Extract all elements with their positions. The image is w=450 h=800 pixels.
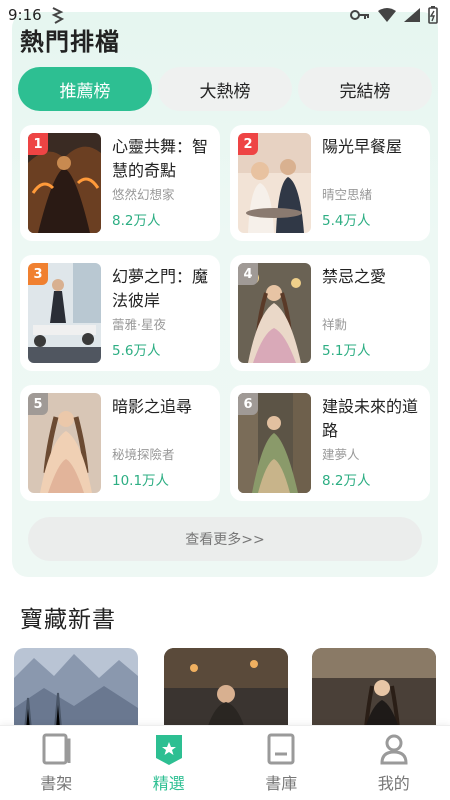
new-book-cover[interactable] xyxy=(14,648,138,728)
rank-badge: 4 xyxy=(238,263,258,285)
book-card[interactable]: 4 禁忌之愛 祥勳 5.1万人 xyxy=(230,255,430,371)
book-title: 幻夢之門：魔法彼岸 xyxy=(112,267,209,310)
book-card[interactable]: 6 建設未來的道路 建夢人 8.2万人 xyxy=(230,385,430,501)
nav-label-bookshelf: 書架 xyxy=(40,774,73,793)
profile-icon xyxy=(378,732,410,770)
book-card[interactable]: 1 心靈共舞：智慧的奇點 悠然幻想家 8.2万人 xyxy=(20,125,220,241)
nav-item-library[interactable]: 書庫 xyxy=(225,726,338,800)
book-title: 暗影之追尋 xyxy=(112,397,193,416)
tab-recommended[interactable]: 推薦榜 xyxy=(18,67,152,111)
wifi-icon xyxy=(378,8,396,22)
battery-icon xyxy=(428,6,438,24)
tab-completed[interactable]: 完結榜 xyxy=(298,67,432,111)
book-card[interactable]: 2 陽光早餐屋 晴空思緒 5.4万人 xyxy=(230,125,430,241)
book-views: 5.1万人 xyxy=(322,343,371,359)
status-time: 9:16 xyxy=(8,6,42,24)
book-cover: 6 xyxy=(238,393,311,493)
nav-label-featured: 精選 xyxy=(152,774,185,793)
featured-icon xyxy=(153,732,185,770)
book-views: 8.2万人 xyxy=(322,473,371,489)
book-title: 建設未來的道路 xyxy=(322,397,419,440)
book-views: 8.2万人 xyxy=(112,213,161,229)
book-author: 祥勳 xyxy=(322,317,348,332)
rank-badge: 2 xyxy=(238,133,258,155)
book-title: 禁忌之愛 xyxy=(322,267,387,286)
ranking-tabs: 推薦榜 大熱榜 完結榜 xyxy=(18,67,432,111)
new-book-cover[interactable] xyxy=(312,648,436,728)
rank-badge: 3 xyxy=(28,263,48,285)
signal-icon xyxy=(404,8,420,22)
new-book-cover[interactable] xyxy=(164,648,288,728)
nav-item-bookshelf[interactable]: 書架 xyxy=(0,726,113,800)
notification-icon xyxy=(50,6,64,24)
book-grid: 1 心靈共舞：智慧的奇點 悠然幻想家 8.2万人 2 陽光早餐屋 晴空思緒 5.… xyxy=(20,125,430,501)
book-author: 晴空思緒 xyxy=(322,187,373,202)
nav-label-profile: 我的 xyxy=(377,774,410,793)
book-views: 5.6万人 xyxy=(112,343,161,359)
nav-item-featured[interactable]: 精選 xyxy=(113,726,226,800)
bottom-nav: 書架 精選 書庫 我的 xyxy=(0,725,450,800)
book-title: 陽光早餐屋 xyxy=(322,137,403,156)
status-bar: 9:16 xyxy=(0,0,450,30)
nav-item-profile[interactable]: 我的 xyxy=(338,726,450,800)
section-title-new-books: 寶藏新書 xyxy=(20,607,116,633)
book-card[interactable]: 5 暗影之追尋 秘境探險者 10.1万人 xyxy=(20,385,220,501)
tab-popular[interactable]: 大熱榜 xyxy=(158,67,292,111)
new-books-carousel xyxy=(14,648,450,728)
book-author: 蕾雅·星夜 xyxy=(112,317,166,332)
rank-badge: 1 xyxy=(28,133,48,155)
bookshelf-icon xyxy=(40,732,72,770)
book-cover: 2 xyxy=(238,133,311,233)
book-cover: 5 xyxy=(28,393,101,493)
book-author: 悠然幻想家 xyxy=(112,187,175,202)
rank-badge: 6 xyxy=(238,393,258,415)
view-more-button[interactable]: 查看更多>> xyxy=(28,517,422,561)
book-cover: 4 xyxy=(238,263,311,363)
book-title: 心靈共舞：智慧的奇點 xyxy=(112,137,209,180)
rank-badge: 5 xyxy=(28,393,48,415)
book-cover: 3 xyxy=(28,263,101,363)
book-card[interactable]: 3 幻夢之門：魔法彼岸 蕾雅·星夜 5.6万人 xyxy=(20,255,220,371)
library-icon xyxy=(265,732,297,770)
nav-label-library: 書庫 xyxy=(265,774,298,793)
key-icon xyxy=(350,9,370,21)
book-views: 10.1万人 xyxy=(112,473,170,489)
book-author: 秘境探險者 xyxy=(112,447,175,462)
book-views: 5.4万人 xyxy=(322,213,371,229)
book-author: 建夢人 xyxy=(322,447,360,462)
book-cover: 1 xyxy=(28,133,101,233)
